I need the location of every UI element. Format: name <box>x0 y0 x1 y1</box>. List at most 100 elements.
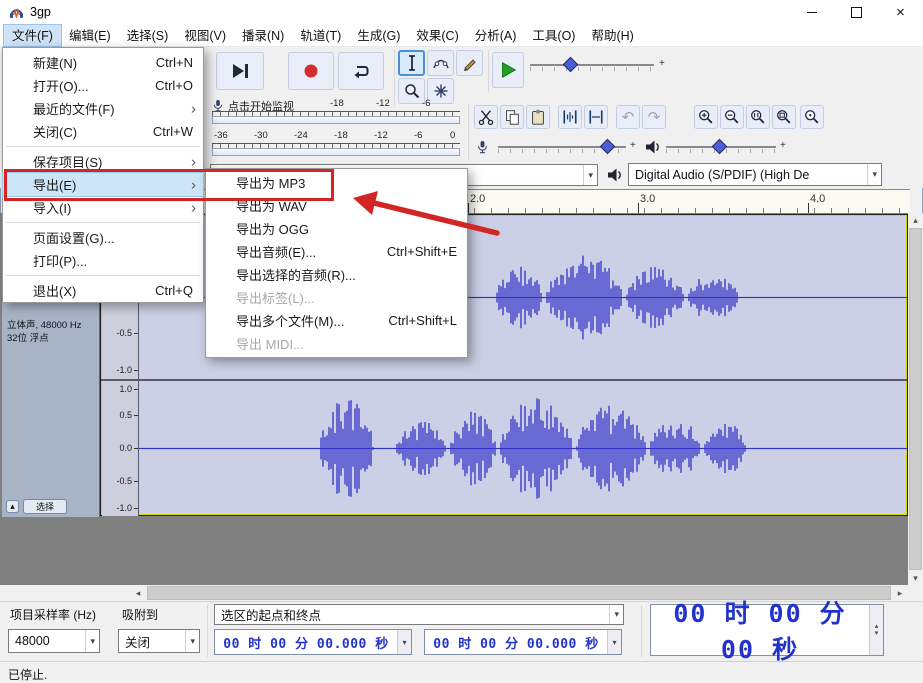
fit-project-button[interactable] <box>772 105 796 129</box>
snap-to-combo[interactable]: 关闭 ▾ <box>118 629 200 653</box>
menu-effect[interactable]: 效果(C) <box>408 25 466 46</box>
menu-tools[interactable]: 工具(O) <box>524 25 583 46</box>
track-bitdepth-info: 32位 浮点 <box>7 333 49 344</box>
recording-volume-icon <box>478 141 487 154</box>
trim-audio-icon <box>563 110 577 124</box>
menu-item-export-wav[interactable]: 导出为 WAV <box>206 194 467 217</box>
track-collapse-button[interactable]: ▴ <box>6 500 19 513</box>
zoom-in-icon <box>699 110 713 124</box>
menu-item-export-midi[interactable]: 导出 MIDI... <box>206 332 467 355</box>
envelope-tool-button[interactable] <box>427 50 454 76</box>
fit-selection-button[interactable] <box>746 105 770 129</box>
combo-arrow-icon: ▾ <box>185 630 199 652</box>
spinner-icon[interactable]: ▴ ▾ <box>869 605 883 655</box>
fit-project-icon <box>777 110 791 124</box>
menu-item-page-setup[interactable]: 页面设置(G)... <box>3 226 203 249</box>
record-button[interactable] <box>288 52 334 90</box>
loop-button[interactable] <box>338 52 384 90</box>
vertical-ruler-right-channel[interactable]: 1.0 0.5 0.0 -0.5 -1.0 <box>102 381 139 516</box>
menu-edit[interactable]: 编辑(E) <box>61 25 119 46</box>
submenu-arrow-icon: › <box>191 153 196 170</box>
menu-item-export-mp3[interactable]: 导出为 MP3 <box>206 171 467 194</box>
scroll-up-button[interactable]: ▴ <box>908 213 923 227</box>
menu-item-export-multiple[interactable]: 导出多个文件(M)... Ctrl+Shift+L <box>206 309 467 332</box>
scroll-down-button[interactable]: ▾ <box>908 571 923 585</box>
skip-to-end-button[interactable] <box>216 52 264 90</box>
vertical-scroll-thumb[interactable] <box>909 228 922 570</box>
scroll-up-icon: ▴ <box>913 214 918 225</box>
submenu-arrow-icon: › <box>191 176 196 193</box>
minimize-button[interactable] <box>790 0 834 25</box>
spinner-icon[interactable]: ▾ <box>607 630 621 654</box>
menu-help[interactable]: 帮助(H) <box>583 25 641 46</box>
project-rate-label: 项目采样率 (Hz) <box>10 608 96 622</box>
silence-audio-icon <box>589 110 603 124</box>
meter-scale-tick: -6 <box>422 98 431 109</box>
undo-icon: ↶ <box>621 109 635 126</box>
redo-button[interactable]: ↷ <box>642 105 666 129</box>
project-rate-combo[interactable]: 48000 ▾ <box>8 629 100 653</box>
spinner-icon[interactable]: ▾ <box>397 630 411 654</box>
selection-start-field[interactable]: 00 时 00 分 00.000 秒 ▾ <box>214 629 412 655</box>
combo-arrow-icon: ▾ <box>583 165 597 185</box>
zoom-in-button[interactable] <box>694 105 718 129</box>
menu-analyze[interactable]: 分析(A) <box>467 25 525 46</box>
menu-view[interactable]: 视图(V) <box>176 25 234 46</box>
scroll-left-button[interactable]: ◂ <box>130 585 146 601</box>
trim-audio-button[interactable] <box>558 105 582 129</box>
selection-mode-combo[interactable]: 选区的起点和终点 ▾ <box>214 604 624 625</box>
toolbar-separator <box>488 50 489 92</box>
menu-item-save-project[interactable]: 保存项目(S) › <box>3 150 203 173</box>
track-select-button[interactable]: 选择 <box>23 499 67 514</box>
menu-item-close[interactable]: 关闭(C) Ctrl+W <box>3 120 203 143</box>
menu-item-open[interactable]: 打开(O)... Ctrl+O <box>3 74 203 97</box>
vertical-scrollbar[interactable]: ▴ ▾ <box>908 213 923 585</box>
menu-item-print[interactable]: 打印(P)... <box>3 249 203 272</box>
selection-end-field[interactable]: 00 时 00 分 00.000 秒 ▾ <box>424 629 622 655</box>
playback-device-value: Digital Audio (S/PDIF) (High De <box>635 167 810 182</box>
snap-to-label: 吸附到 <box>122 608 159 622</box>
draw-tool-button[interactable] <box>456 50 483 76</box>
menu-item-export[interactable]: 导出(E) › <box>2 172 204 197</box>
silence-audio-button[interactable] <box>584 105 608 129</box>
menu-item-export-selected-audio[interactable]: 导出选择的音频(R)... <box>206 263 467 286</box>
menu-item-export-audio[interactable]: 导出音频(E)... Ctrl+Shift+E <box>206 240 467 263</box>
ibeam-icon <box>408 55 415 71</box>
play-speed-slider[interactable] <box>530 56 654 75</box>
close-button[interactable]: × <box>878 0 923 25</box>
zoom-toggle-icon <box>805 110 819 124</box>
menu-item-export-labels[interactable]: 导出标签(L)... <box>206 286 467 309</box>
cut-button[interactable] <box>474 105 498 129</box>
menu-item-new[interactable]: 新建(N) Ctrl+N <box>3 51 203 74</box>
audio-position-field[interactable]: 00 时 00 分 00 秒 ▴ ▾ <box>650 599 884 664</box>
zoom-toggle-button[interactable] <box>800 105 824 129</box>
submenu-arrow-icon: › <box>191 100 196 117</box>
redo-icon: ↷ <box>647 109 661 126</box>
menu-generate[interactable]: 生成(G) <box>349 25 408 46</box>
menu-item-recent-files[interactable]: 最近的文件(F) › <box>3 97 203 120</box>
waveform-right-channel[interactable] <box>139 381 907 516</box>
menu-select[interactable]: 选择(S) <box>119 25 177 46</box>
close-icon: × <box>896 4 905 21</box>
menu-transport[interactable]: 播录(N) <box>234 25 292 46</box>
maximize-button[interactable] <box>834 0 878 25</box>
menu-file[interactable]: 文件(F) <box>3 24 62 47</box>
scroll-right-button[interactable]: ▸ <box>892 585 908 601</box>
selection-tool-button[interactable] <box>398 50 425 76</box>
menu-item-export-ogg[interactable]: 导出为 OGG <box>206 217 467 240</box>
undo-button[interactable]: ↶ <box>616 105 640 129</box>
window-title: 3gp <box>30 5 51 19</box>
menu-tracks[interactable]: 轨道(T) <box>292 25 349 46</box>
playback-volume-slider[interactable] <box>666 138 776 157</box>
playback-device-combo[interactable]: Digital Audio (S/PDIF) (High De ▾ <box>628 163 882 186</box>
menu-item-import[interactable]: 导入(I) › <box>3 196 203 219</box>
menu-item-exit[interactable]: 退出(X) Ctrl+Q <box>3 279 203 302</box>
paste-button[interactable] <box>526 105 550 129</box>
recording-volume-slider[interactable] <box>498 138 626 157</box>
track-format-info: 立体声, 48000 Hz <box>7 320 82 331</box>
copy-button[interactable] <box>500 105 524 129</box>
play-at-speed-button[interactable] <box>492 52 524 88</box>
zoom-out-button[interactable] <box>720 105 744 129</box>
meter-scale-tick: -6 <box>414 130 423 141</box>
meter-toolbar[interactable]: 点击开始监视 -18 -12 -6 -36 -30 -24 -18 -12 -6… <box>208 92 464 160</box>
